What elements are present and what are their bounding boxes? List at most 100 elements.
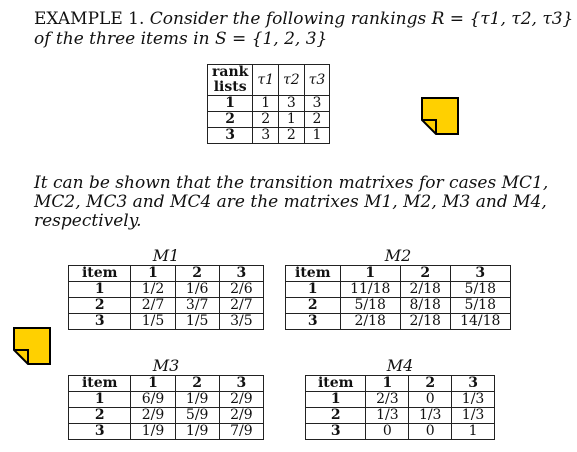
- row-label: 2: [67, 297, 132, 314]
- table-cell: 1/3: [451, 407, 495, 424]
- table-cell: 1/5: [174, 313, 220, 330]
- matrix-column-header: 3: [451, 375, 495, 392]
- matrix-column-header: 3: [218, 375, 265, 392]
- matrix-column-header: 2: [408, 375, 453, 392]
- row-label: 2: [285, 297, 341, 314]
- sticky-note-icon[interactable]: [420, 96, 460, 136]
- matrix-column-header: 1: [365, 375, 410, 392]
- table-cell: 1: [451, 423, 495, 440]
- table-cell: 5/9: [174, 407, 220, 424]
- row-label: 1: [67, 281, 132, 298]
- row-label: 2: [206, 111, 254, 128]
- rank-table: rank lists τ1 τ2 τ3 1 1 3 3 2 2 1 2 3 3 2 1: [206, 64, 331, 144]
- rank-column-header: τ1: [252, 64, 279, 96]
- table-cell: 14/18: [449, 313, 512, 330]
- table-cell: 1: [252, 95, 279, 112]
- matrix-title: M4: [386, 356, 414, 375]
- matrix-title: M1: [152, 246, 180, 265]
- matrix-column-header: item: [67, 375, 132, 392]
- table-row: 1 6/9 1/9 2/9: [67, 391, 265, 408]
- table-cell: 1/3: [365, 407, 410, 424]
- table-cell: 2/7: [218, 297, 265, 314]
- table-cell: 2/18: [339, 313, 401, 330]
- table-cell: 1/9: [130, 423, 176, 440]
- matrix-column-header: 1: [130, 375, 176, 392]
- table-cell: 5/18: [449, 297, 512, 314]
- paragraph-line2: MC2, MC3 and MC4 are the matrixes M1, M2…: [34, 192, 547, 212]
- matrix-column-header: 1: [130, 265, 176, 282]
- table-cell: 1/3: [408, 407, 453, 424]
- table-cell: 0: [408, 391, 453, 408]
- matrix-m2: M2 item 1 2 3 1 11/18 2/18 5/18 2 5/18 8/18 5/18 3 2/…: [285, 246, 512, 330]
- matrix-m1: M1 item 1 2 3 1 1/2 1/6 2/6 2 2/7 3/7 2/7 3 1/5 1/5 3/5: [67, 246, 265, 330]
- rank-column-header: τ2: [277, 64, 305, 96]
- example-line1: Consider the following rankings R = {τ1,…: [149, 9, 574, 29]
- table-cell: 5/18: [339, 297, 401, 314]
- table-row: 2212: [206, 111, 331, 128]
- matrix-title: M2: [384, 246, 412, 265]
- table-cell: 0: [408, 423, 453, 440]
- matrix-column-header: 1: [339, 265, 401, 282]
- row-label: 1: [304, 391, 367, 408]
- table-row: 2 2/9 5/9 2/9: [67, 407, 265, 424]
- row-label: 1: [206, 95, 254, 112]
- table-row: 1 11/18 2/18 5/18: [285, 281, 512, 298]
- row-label: 3: [304, 423, 367, 440]
- table-row: 1133: [206, 95, 331, 112]
- matrix-column-header: item: [304, 375, 367, 392]
- matrix-column-header: 2: [174, 375, 220, 392]
- table-row: 1 1/2 1/6 2/6: [67, 281, 265, 298]
- matrix-title: M3: [152, 356, 180, 375]
- row-label: 2: [67, 407, 132, 424]
- paragraph-line3: respectively.: [34, 211, 142, 231]
- table-cell: 0: [365, 423, 410, 440]
- table-cell: 1: [277, 111, 305, 128]
- matrix-column-header: 3: [218, 265, 265, 282]
- table-row: 1 2/3 0 1/3: [304, 391, 495, 408]
- matrix-column-header: item: [285, 265, 341, 282]
- table-cell: 2/9: [218, 391, 265, 408]
- table-row: 3 2/18 2/18 14/18: [285, 313, 512, 330]
- table-cell: 2/18: [399, 313, 451, 330]
- table-cell: 1/3: [451, 391, 495, 408]
- paragraph-line1: It can be shown that the transition matr…: [34, 173, 549, 193]
- table-row: 3 1/9 1/9 7/9: [67, 423, 265, 440]
- table-cell: 7/9: [218, 423, 265, 440]
- row-label: 3: [67, 313, 132, 330]
- table-cell: 8/18: [399, 297, 451, 314]
- row-label: 1: [285, 281, 341, 298]
- example-line2: of the three items in S = {1, 2, 3}: [34, 29, 328, 49]
- table-cell: 2: [277, 127, 305, 144]
- table-row: 2 5/18 8/18 5/18: [285, 297, 512, 314]
- matrix-m3: M3 item 1 2 3 1 6/9 1/9 2/9 2 2/9 5/9 2/9 3 1/9 1/9 7/9: [67, 356, 265, 440]
- table-cell: 3/7: [174, 297, 220, 314]
- row-label: 1: [67, 391, 132, 408]
- table-row: 3 1/5 1/5 3/5: [67, 313, 265, 330]
- table-row: 3321: [206, 127, 331, 144]
- row-label: 3: [285, 313, 341, 330]
- table-cell: 5/18: [449, 281, 512, 298]
- row-label: 2: [304, 407, 367, 424]
- rank-lists-header: rank lists: [206, 64, 254, 96]
- example-heading: EXAMPLE 1. Consider the following rankin…: [34, 10, 573, 29]
- table-cell: 1: [303, 127, 331, 144]
- table-cell: 11/18: [339, 281, 401, 298]
- matrix-column-header: 3: [449, 265, 512, 282]
- table-cell: 3/5: [218, 313, 265, 330]
- table-row: 3001: [304, 423, 495, 440]
- table-cell: 2/9: [218, 407, 265, 424]
- table-cell: 3: [252, 127, 279, 144]
- table-cell: 1/5: [130, 313, 176, 330]
- table-cell: 2/3: [365, 391, 410, 408]
- table-cell: 3: [303, 95, 331, 112]
- table-cell: 1/6: [174, 281, 220, 298]
- table-cell: 2/18: [399, 281, 451, 298]
- sticky-note-icon[interactable]: [12, 326, 52, 366]
- row-label: 3: [67, 423, 132, 440]
- example-label: EXAMPLE 1.: [34, 9, 145, 29]
- matrix-m4: M4 item 1 2 3 1 2/3 0 1/3 2 1/3 1/3 1/3 3 0 0 1: [304, 356, 495, 440]
- table-row: 2 1/3 1/3 1/3: [304, 407, 495, 424]
- matrix-column-header: item: [67, 265, 132, 282]
- table-cell: 1/2: [130, 281, 176, 298]
- row-label: 3: [206, 127, 254, 144]
